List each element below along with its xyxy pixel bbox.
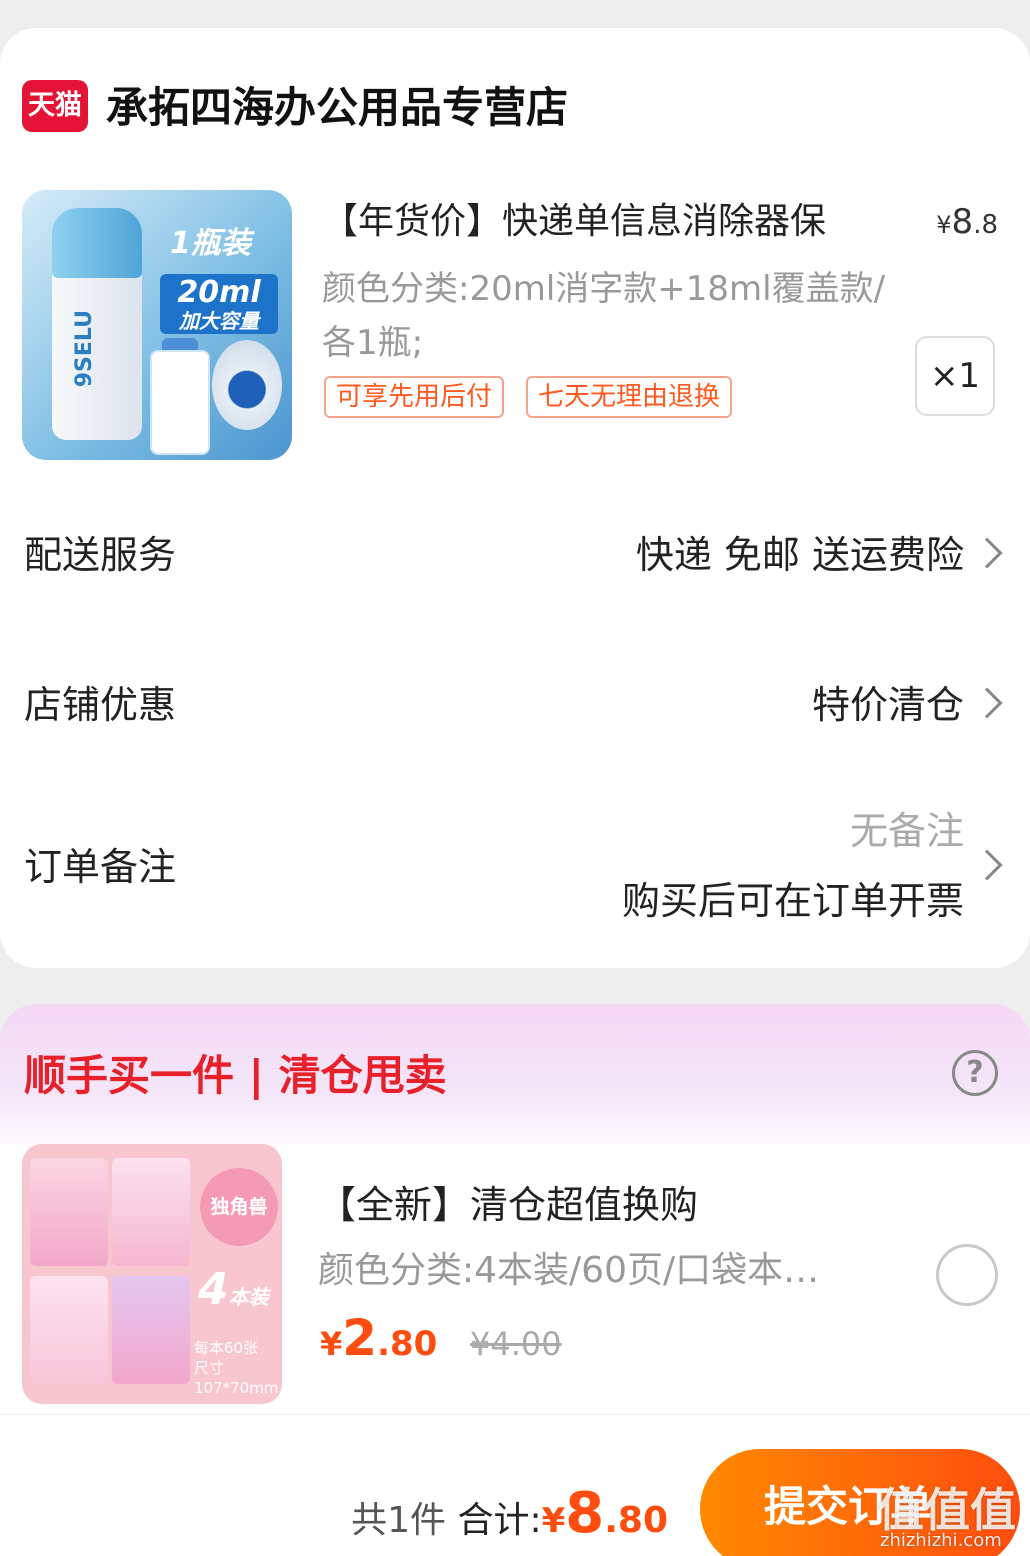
- add-on-original-price: ¥4.00: [470, 1325, 562, 1363]
- notebook-graphic: [112, 1276, 190, 1384]
- store-discount-label: 店铺优惠: [24, 683, 177, 727]
- product-brand-text: 9SELU: [72, 310, 97, 388]
- total-label: 合计:: [457, 1500, 542, 1541]
- help-icon[interactable]: ?: [952, 1050, 998, 1096]
- notebook-info-sheets: 每本60张: [194, 1339, 259, 1357]
- product-pack-text: 1瓶装: [170, 226, 251, 261]
- product-capacity-text: 加大容量: [179, 309, 259, 333]
- store-discount-value[interactable]: 特价清仓: [812, 680, 964, 730]
- add-on-price-symbol: ¥: [320, 1325, 343, 1363]
- notebook-graphic: [30, 1158, 108, 1266]
- watermark-url: zhizhizhi.com: [880, 1530, 1002, 1551]
- add-on-price-int: 2: [342, 1309, 378, 1367]
- unicorn-badge: 独角兽: [200, 1168, 278, 1246]
- add-on-title: 顺手买一件 | 清仓甩卖: [24, 1051, 447, 1100]
- product-title[interactable]: 【年货价】快递单信息消除器保: [322, 198, 826, 246]
- product-volume-text: 20ml: [177, 275, 261, 310]
- total-symbol: ¥: [541, 1501, 566, 1541]
- store-name[interactable]: 承拓四海办公用品专营店: [106, 80, 568, 136]
- pack-count-unit: 本装: [228, 1285, 269, 1309]
- delivery-label: 配送服务: [24, 533, 177, 577]
- notebook-graphic: [30, 1276, 108, 1384]
- total-amount: ¥8.80: [541, 1486, 668, 1542]
- notebook-info: 每本60张 尺寸107*70mm: [194, 1338, 282, 1398]
- notebook-info-size: 尺寸107*70mm: [194, 1359, 279, 1397]
- total-dec: .80: [604, 1500, 668, 1541]
- product-price-int: 8: [951, 202, 974, 242]
- order-note-label: 订单备注: [24, 845, 177, 889]
- product-price-symbol: ¥: [936, 211, 952, 239]
- pack-count-text: 4本装: [198, 1264, 269, 1315]
- add-on-price-dec: .80: [377, 1324, 438, 1364]
- roller-graphic: [212, 340, 282, 430]
- delivery-value[interactable]: 快递 免邮 送运费险: [636, 530, 964, 580]
- order-note-value[interactable]: 无备注: [850, 806, 964, 856]
- notebook-graphic: [112, 1158, 190, 1266]
- add-on-product-spec[interactable]: 颜色分类:4本装/60页/口袋本…: [318, 1246, 878, 1296]
- product-volume-tag: 20ml 加大容量: [160, 274, 278, 334]
- product-spec[interactable]: 颜色分类:20ml消字款+18ml覆盖款/各1瓶;: [322, 262, 912, 370]
- checkout-bar: 共1件 合计:¥8.80 提交订单: [0, 1414, 1030, 1556]
- bottle-cap-graphic: [52, 208, 142, 278]
- product-price: ¥8.8: [936, 200, 998, 247]
- product-image[interactable]: 9SELU 1瓶装 20ml 加大容量: [22, 190, 292, 460]
- add-on-card: 顺手买一件 | 清仓甩卖 ? 独角兽 4本装 每本60张 尺寸107*70mm …: [0, 1004, 1030, 1424]
- return-policy-badge: 七天无理由退换: [526, 376, 733, 418]
- tmall-logo-icon: 天猫: [22, 80, 88, 132]
- add-on-product-name[interactable]: 【全新】清仓超值换购: [318, 1180, 698, 1230]
- total-int: 8: [565, 1481, 605, 1546]
- quantity-stepper[interactable]: ×1: [915, 336, 995, 416]
- pay-later-badge: 可享先用后付: [324, 376, 505, 418]
- add-on-price: ¥2.80: [320, 1310, 437, 1378]
- item-count: 共1件: [351, 1500, 446, 1541]
- small-bottle-graphic: [150, 350, 210, 455]
- pack-count-number: 4: [198, 1264, 229, 1315]
- product-price-dec: .8: [973, 210, 998, 240]
- add-on-product-image[interactable]: 独角兽 4本装 每本60张 尺寸107*70mm: [22, 1144, 282, 1404]
- invoice-hint: 购买后可在订单开票: [621, 879, 964, 923]
- add-on-select-radio[interactable]: [936, 1244, 998, 1306]
- order-total: 共1件 合计:¥8.80: [351, 1486, 668, 1548]
